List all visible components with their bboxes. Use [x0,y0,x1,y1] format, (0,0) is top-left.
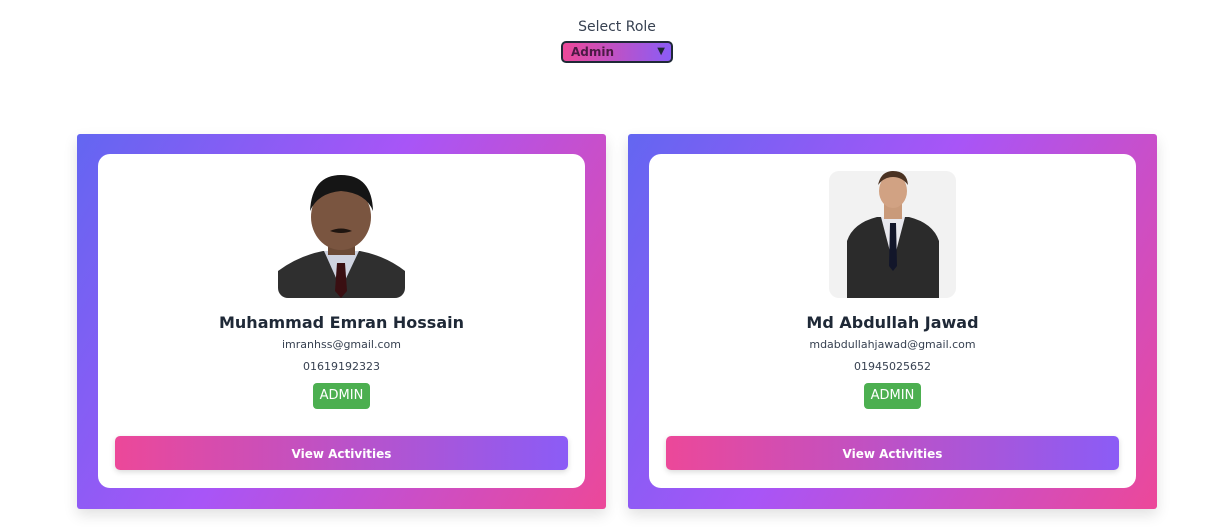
user-card: Muhammad Emran Hossain imranhss@gmail.co… [77,134,606,509]
user-phone: 01619192323 [303,360,380,373]
user-email: mdabdullahjawad@gmail.com [809,338,976,351]
role-label: Select Role [578,19,656,35]
user-card-body: Md Abdullah Jawad mdabdullahjawad@gmail.… [649,154,1136,488]
role-select[interactable]: Admin ▼ [561,41,673,63]
view-activities-button[interactable]: View Activities [666,436,1119,470]
role-badge: ADMIN [863,383,922,409]
user-card: Md Abdullah Jawad mdabdullahjawad@gmail.… [628,134,1157,509]
user-phone: 01945025652 [854,360,931,373]
user-email: imranhss@gmail.com [282,338,401,351]
chevron-down-icon: ▼ [657,46,665,57]
avatar [278,171,405,298]
role-selector: Select Role Admin ▼ [0,17,1226,63]
avatar [829,171,956,298]
view-activities-button[interactable]: View Activities [115,436,568,470]
user-card-body: Muhammad Emran Hossain imranhss@gmail.co… [98,154,585,488]
user-name: Muhammad Emran Hossain [218,313,464,332]
user-name: Md Abdullah Jawad [806,313,979,332]
role-select-value: Admin [571,45,615,59]
role-badge: ADMIN [312,383,371,409]
